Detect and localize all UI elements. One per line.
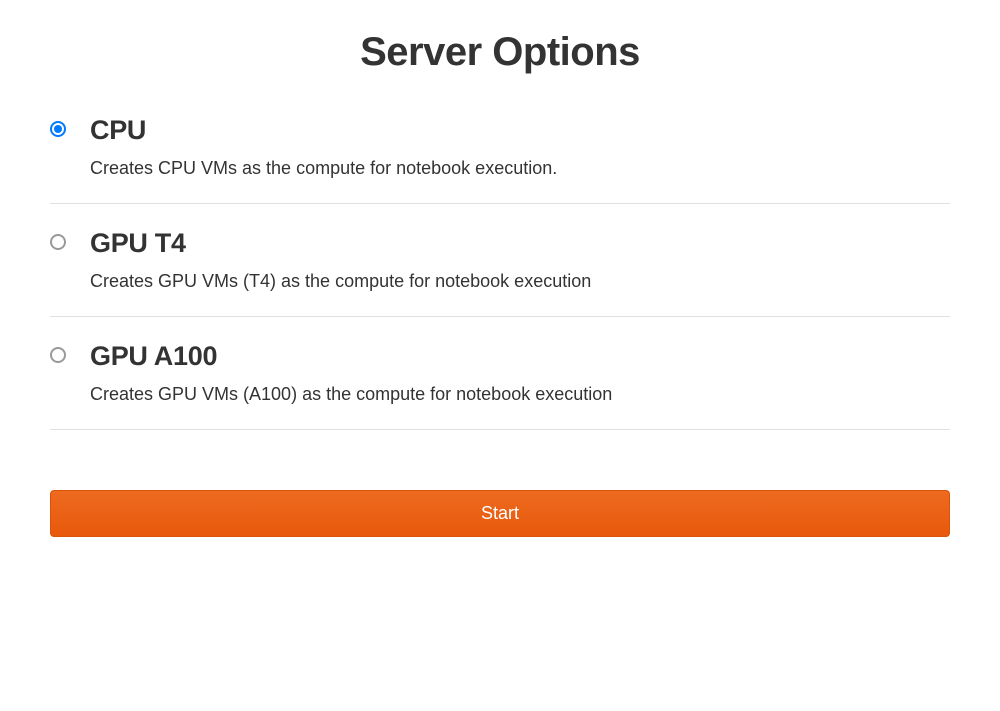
start-button[interactable]: Start (50, 490, 950, 537)
server-option-list: CPU Creates CPU VMs as the compute for n… (50, 115, 950, 430)
server-option-cpu[interactable]: CPU Creates CPU VMs as the compute for n… (50, 115, 950, 204)
option-title-gpu-a100: GPU A100 (90, 341, 950, 372)
option-desc-gpu-t4: Creates GPU VMs (T4) as the compute for … (90, 271, 950, 292)
option-desc-gpu-a100: Creates GPU VMs (A100) as the compute fo… (90, 384, 950, 405)
radio-selected-icon[interactable] (50, 121, 66, 137)
server-option-gpu-a100[interactable]: GPU A100 Creates GPU VMs (A100) as the c… (50, 341, 950, 430)
option-title-cpu: CPU (90, 115, 950, 146)
option-body: CPU Creates CPU VMs as the compute for n… (90, 115, 950, 179)
radio-col (50, 341, 90, 363)
option-body: GPU T4 Creates GPU VMs (T4) as the compu… (90, 228, 950, 292)
option-desc-cpu: Creates CPU VMs as the compute for noteb… (90, 158, 950, 179)
radio-unselected-icon[interactable] (50, 347, 66, 363)
radio-col (50, 228, 90, 250)
radio-col (50, 115, 90, 137)
option-body: GPU A100 Creates GPU VMs (A100) as the c… (90, 341, 950, 405)
option-title-gpu-t4: GPU T4 (90, 228, 950, 259)
radio-unselected-icon[interactable] (50, 234, 66, 250)
server-option-gpu-t4[interactable]: GPU T4 Creates GPU VMs (T4) as the compu… (50, 228, 950, 317)
page-title: Server Options (50, 30, 950, 75)
